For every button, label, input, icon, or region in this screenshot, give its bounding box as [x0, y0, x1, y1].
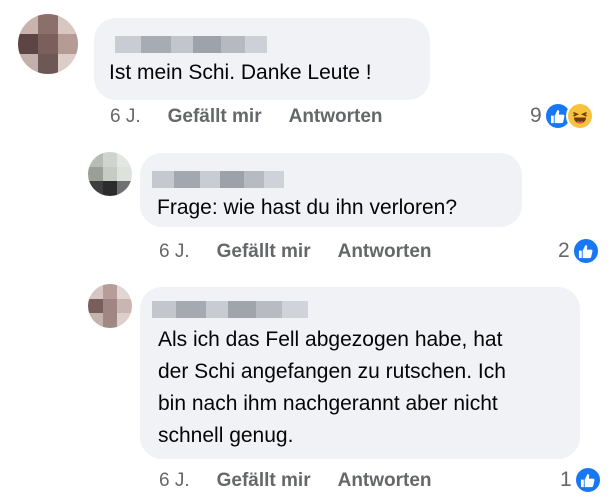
comment-text-line: schnell genug.: [158, 424, 294, 447]
reaction-summary[interactable]: 9: [530, 102, 594, 130]
reaction-count: 9: [530, 104, 542, 127]
author-name[interactable]: [152, 171, 284, 188]
like-icon: [573, 466, 602, 494]
comment-bubble: Frage: wie hast du ihn verloren?: [140, 153, 522, 227]
like-button[interactable]: Gefällt mir: [217, 241, 311, 263]
author-name[interactable]: [152, 301, 308, 318]
comment-bubble: Ist mein Schi. Danke Leute !: [94, 18, 430, 100]
avatar[interactable]: [88, 284, 132, 328]
reaction-summary[interactable]: 2: [558, 237, 600, 265]
comment-text: Frage: wie hast du ihn verloren?: [157, 196, 457, 219]
avatar[interactable]: [18, 14, 78, 74]
like-icon: [571, 237, 600, 265]
reply-button[interactable]: Antworten: [338, 470, 432, 492]
like-button[interactable]: Gefällt mir: [217, 470, 311, 492]
comment-text: Ist mein Schi. Danke Leute !: [109, 61, 372, 84]
comment-text-line: bin nach ihm nachgerannt aber nicht: [158, 392, 498, 415]
comment-actions: 6 J. Gefällt mir Antworten: [110, 105, 410, 129]
author-name[interactable]: [115, 36, 267, 53]
avatar[interactable]: [88, 152, 132, 196]
haha-icon: [565, 102, 594, 130]
reply-button[interactable]: Antworten: [289, 106, 383, 128]
comment-actions: 6 J. Gefällt mir Antworten: [159, 240, 459, 264]
reaction-count: 1: [560, 468, 572, 491]
comment-text-line: Als ich das Fell abgezogen habe, hat: [158, 328, 503, 351]
comment-timestamp[interactable]: 6 J.: [159, 241, 190, 263]
reaction-summary[interactable]: 1: [560, 466, 602, 494]
comment-actions: 6 J. Gefällt mir Antworten: [159, 469, 459, 493]
comment-timestamp[interactable]: 6 J.: [110, 106, 141, 128]
comment-text-line: der Schi angefangen zu rutschen. Ich: [158, 360, 506, 383]
reaction-count: 2: [558, 239, 570, 262]
like-button[interactable]: Gefällt mir: [168, 106, 262, 128]
comment-text: Als ich das Fell abgezogen habe, hat der…: [158, 324, 506, 452]
comment-timestamp[interactable]: 6 J.: [159, 470, 190, 492]
comment-bubble: Als ich das Fell abgezogen habe, hat der…: [140, 287, 580, 459]
reply-button[interactable]: Antworten: [338, 241, 432, 263]
